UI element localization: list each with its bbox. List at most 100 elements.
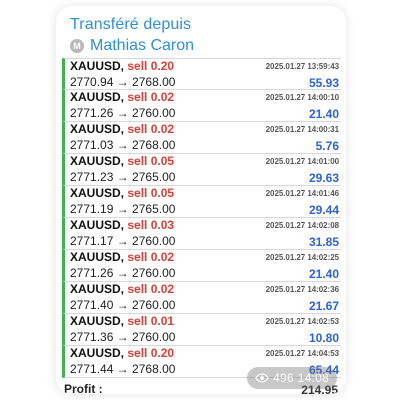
trade-symbol: XAUUSD, [70,90,125,104]
trade-timestamp: 2025.01.27 14:00:10 [265,93,339,102]
trade-result: 2025.01.27 13:59:43 55.93 [219,61,339,90]
forwarded-from-label: Transféré depuis [70,16,192,33]
trade-timestamp: 2025.01.27 14:02:25 [265,253,339,262]
trade-price-range: 2771.36 → 2760.00 [70,330,176,344]
trade-result: 2025.01.27 14:01:46 29.44 [219,188,339,217]
trade-timestamp: 2025.01.27 13:59:43 [265,62,339,71]
trade-symbol-line: XAUUSD, sell 0.02 [70,123,230,136]
trade-profit: 5.76 [315,139,339,153]
trade-symbol-line: XAUUSD, sell 0.02 [70,91,230,104]
trade-symbol-line: XAUUSD, sell 0.03 [70,219,230,232]
trade-details: XAUUSD, sell 0.05 2771.23 → 2765.00 [70,155,230,185]
trade-price-range: 2771.19 → 2765.00 [70,202,176,216]
trade-price-range: 2771.23 → 2765.00 [70,170,176,184]
trade-profit: 21.40 [308,107,339,121]
trade-profit: 21.67 [308,299,339,313]
trade-details: XAUUSD, sell 0.02 2771.26 → 2760.00 [70,91,230,121]
table-row: XAUUSD, sell 0.02 2771.26 → 2760.00 2025… [62,90,341,122]
eye-icon [255,373,270,383]
trade-details: XAUUSD, sell 0.02 2771.26 → 2760.00 [70,251,230,281]
trade-symbol-line: XAUUSD, sell 0.05 [70,187,230,200]
trade-result: 2025.01.27 14:02:36 21.67 [219,284,339,313]
trade-profit: 31.85 [308,235,339,249]
forward-header: Transféré depuis M Mathias Caron [70,16,335,55]
trade-side: sell 0.20 [127,346,175,360]
trade-side: sell 0.03 [127,218,175,232]
trade-price-range: 2771.44 → 2768.00 [70,362,176,376]
trade-price-range: 2770.94 → 2768.00 [70,75,176,89]
trade-details: XAUUSD, sell 0.05 2771.19 → 2765.00 [70,187,230,217]
table-row: XAUUSD, sell 0.05 2771.23 → 2765.00 2025… [62,154,341,186]
trade-result: 2025.01.27 14:02:53 10.80 [219,316,339,345]
table-row: XAUUSD, sell 0.20 2770.94 → 2768.00 2025… [62,58,341,90]
trade-profit: 29.63 [308,171,339,185]
trade-timestamp: 2025.01.27 14:02:08 [265,221,339,230]
table-row: XAUUSD, sell 0.02 2771.03 → 2768.00 2025… [62,122,341,154]
trade-price-range: 2771.26 → 2760.00 [70,266,176,280]
table-row: XAUUSD, sell 0.02 2771.40 → 2760.00 2025… [62,282,341,314]
trade-timestamp: 2025.01.27 14:00:31 [265,125,339,134]
trade-symbol-line: XAUUSD, sell 0.05 [70,155,230,168]
trade-symbol-line: XAUUSD, sell 0.20 [70,347,230,360]
trade-timestamp: 2025.01.27 14:04:53 [265,349,339,358]
trade-side: sell 0.01 [127,314,175,328]
trade-details: XAUUSD, sell 0.01 2771.36 → 2760.00 [70,315,230,345]
trade-profit: 21.40 [308,267,339,281]
views-time-badge: 496 14:08 [247,367,337,389]
screenshot-canvas: Transféré depuis M Mathias Caron XAUUSD,… [0,0,400,400]
table-row: XAUUSD, sell 0.01 2771.36 → 2760.00 2025… [62,314,341,346]
trade-list: XAUUSD, sell 0.20 2770.94 → 2768.00 2025… [62,58,341,378]
trade-profit: 10.80 [308,331,339,345]
author-avatar[interactable]: M [70,39,84,53]
trade-side: sell 0.02 [127,90,175,104]
table-row: XAUUSD, sell 0.05 2771.19 → 2765.00 2025… [62,186,341,218]
trade-symbol: XAUUSD, [70,122,125,136]
trade-symbol-line: XAUUSD, sell 0.02 [70,251,230,264]
trade-details: XAUUSD, sell 0.20 2770.94 → 2768.00 [70,60,230,90]
forwarded-message-card[interactable]: Transféré depuis M Mathias Caron XAUUSD,… [56,6,346,394]
trade-timestamp: 2025.01.27 14:01:46 [265,189,339,198]
trade-side: sell 0.02 [127,122,175,136]
trade-side: sell 0.02 [127,282,175,296]
trade-symbol: XAUUSD, [70,346,125,360]
trade-symbol: XAUUSD, [70,282,125,296]
trade-price-range: 2771.17 → 2760.00 [70,234,176,248]
trade-result: 2025.01.27 14:00:31 5.76 [219,124,339,153]
message-time: 14:08 [297,371,329,385]
trade-symbol: XAUUSD, [70,250,125,264]
trade-side: sell 0.02 [127,250,175,264]
trade-result: 2025.01.27 14:01:00 29.63 [219,156,339,185]
trade-symbol: XAUUSD, [70,59,125,73]
trade-timestamp: 2025.01.27 14:01:00 [265,157,339,166]
trade-result: 2025.01.27 14:00:10 21.40 [219,92,339,121]
trade-details: XAUUSD, sell 0.02 2771.40 → 2760.00 [70,283,230,313]
trade-result: 2025.01.27 14:02:25 21.40 [219,252,339,281]
author-name[interactable]: Mathias Caron [90,37,194,55]
view-count: 496 [273,371,294,385]
trade-result: 2025.01.27 14:02:08 31.85 [219,220,339,249]
trade-timestamp: 2025.01.27 14:02:36 [265,285,339,294]
forward-author[interactable]: M Mathias Caron [70,37,335,55]
trade-details: XAUUSD, sell 0.20 2771.44 → 2768.00 [70,347,230,377]
trade-symbol: XAUUSD, [70,314,125,328]
trade-price-range: 2771.40 → 2760.00 [70,298,176,312]
trade-price-range: 2771.26 → 2760.00 [70,106,176,120]
trade-side: sell 0.20 [127,59,175,73]
trade-symbol-line: XAUUSD, sell 0.02 [70,283,230,296]
table-row: XAUUSD, sell 0.03 2771.17 → 2760.00 2025… [62,218,341,250]
trade-symbol: XAUUSD, [70,186,125,200]
table-row: XAUUSD, sell 0.02 2771.26 → 2760.00 2025… [62,250,341,282]
trade-symbol: XAUUSD, [70,218,125,232]
trade-profit: 55.93 [308,76,339,90]
trade-details: XAUUSD, sell 0.03 2771.17 → 2760.00 [70,219,230,249]
trade-symbol-line: XAUUSD, sell 0.01 [70,315,230,328]
trade-price-range: 2771.03 → 2768.00 [70,138,176,152]
trade-symbol: XAUUSD, [70,154,125,168]
trade-details: XAUUSD, sell 0.02 2771.03 → 2768.00 [70,123,230,153]
trade-side: sell 0.05 [127,186,175,200]
trade-side: sell 0.05 [127,154,175,168]
trade-profit: 29.44 [308,203,339,217]
profit-label: Profit : [64,382,103,394]
trade-timestamp: 2025.01.27 14:02:53 [265,317,339,326]
trade-symbol-line: XAUUSD, sell 0.20 [70,60,230,73]
